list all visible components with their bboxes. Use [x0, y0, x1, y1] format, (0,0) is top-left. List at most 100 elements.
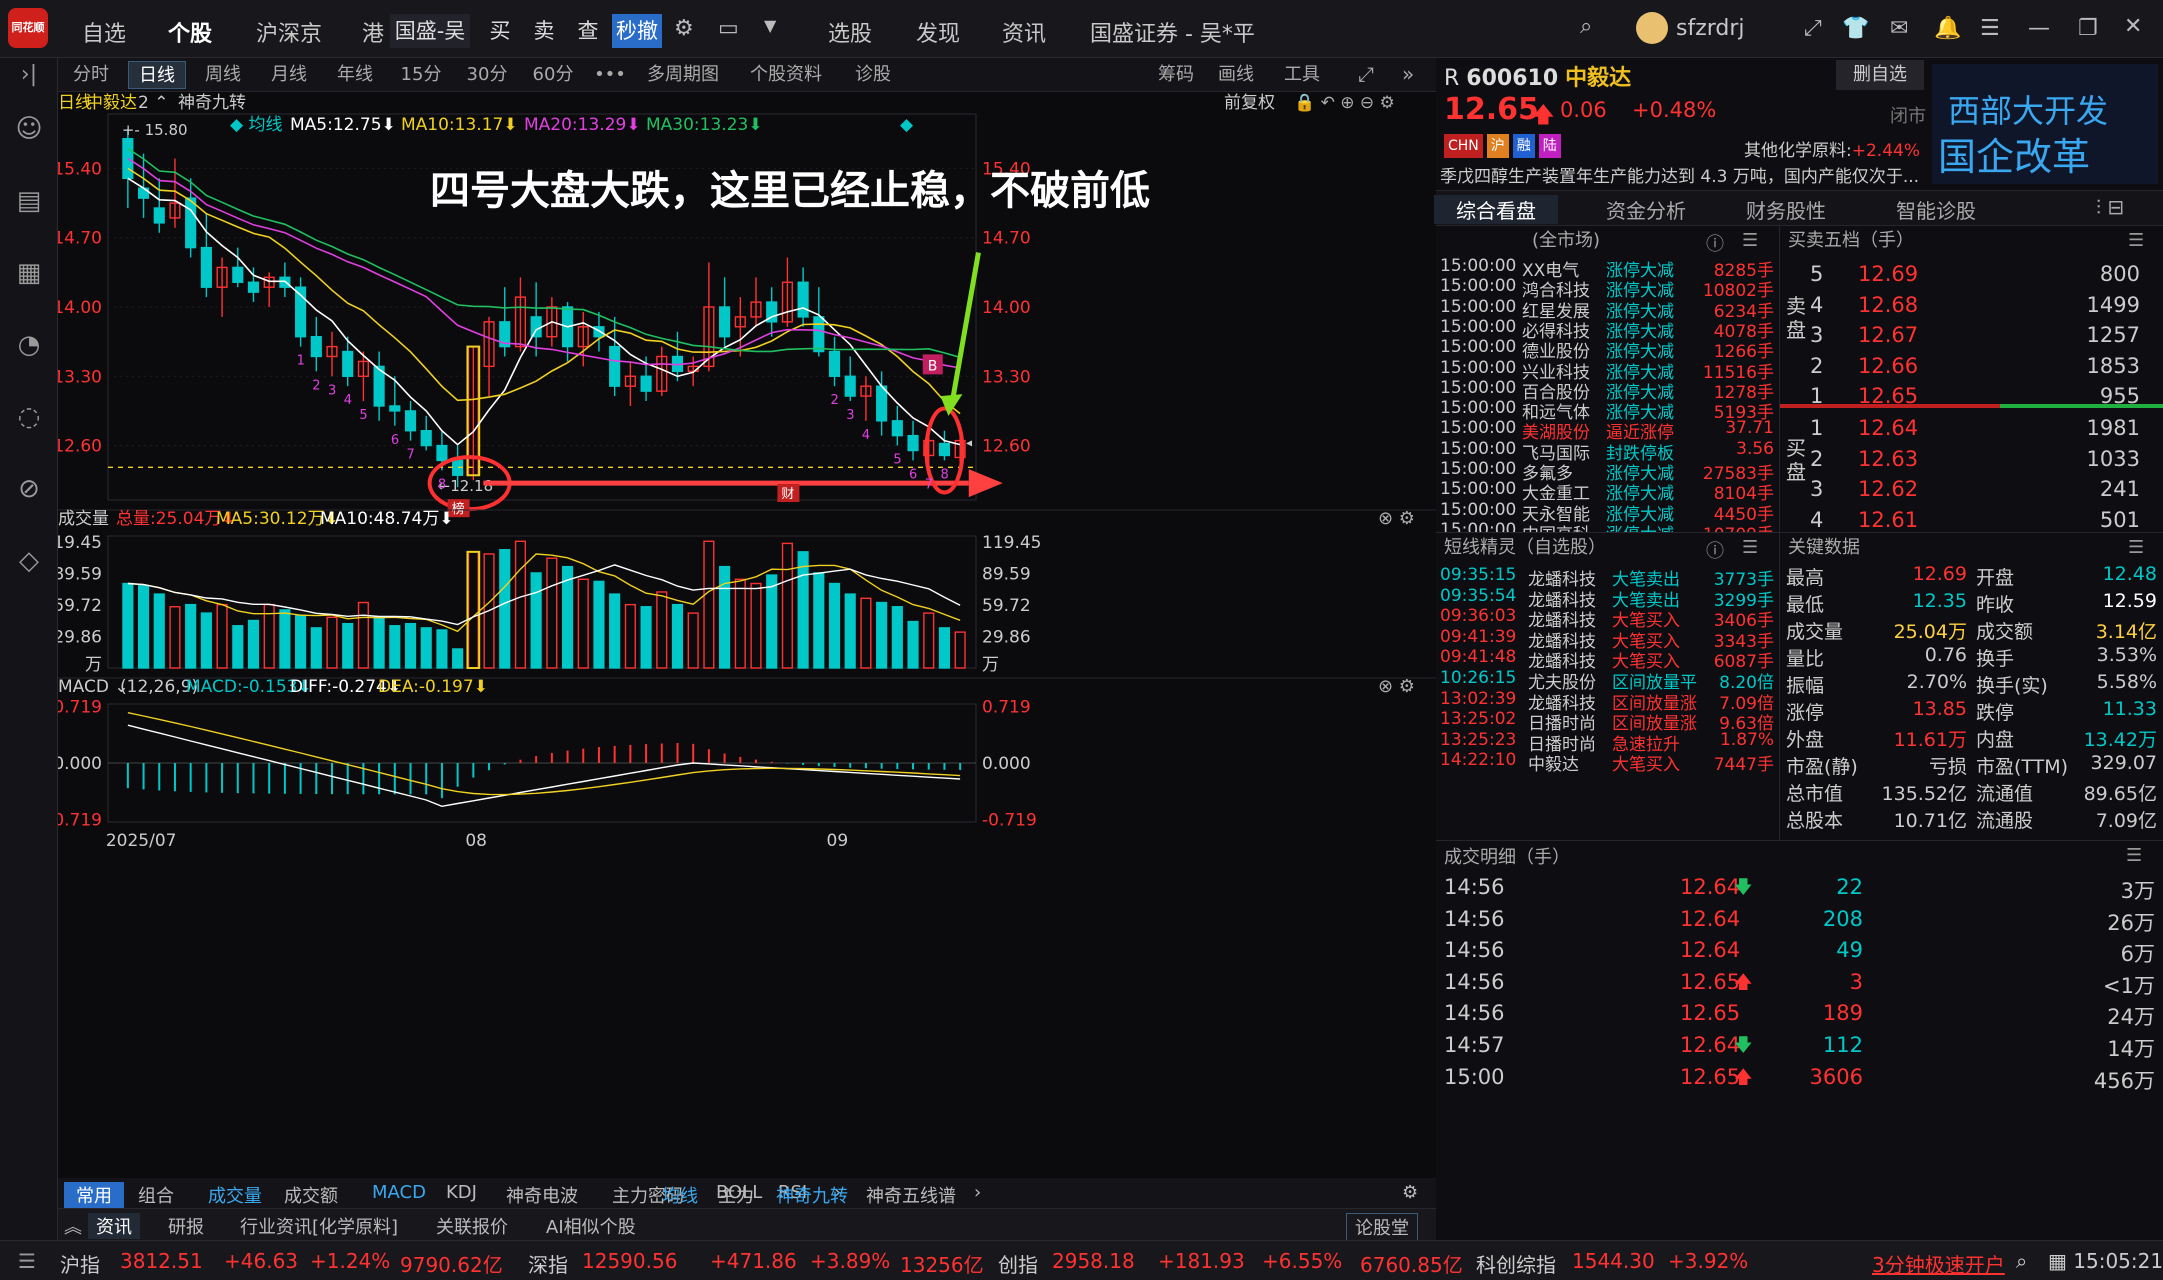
ad-banner[interactable]: 西部大开发 国企改革 [1932, 64, 2158, 184]
close-icon[interactable]: ✕ [2124, 14, 2142, 39]
tab-ind2-3[interactable]: 神奇五线谱 [866, 1182, 956, 1208]
limit-row[interactable]: 15:00:00 鸿合科技 涨停大减 10802手 [1436, 276, 1779, 301]
limit-row[interactable]: 15:00:00 德业股份 涨停大减 1266手 [1436, 337, 1779, 362]
menu-icon[interactable]: ☰ [1742, 537, 1758, 558]
limit-row[interactable]: 15:00:00 多氟多 涨停大减 27583手 [1436, 459, 1779, 484]
menu-news[interactable]: 资讯 [1002, 16, 1046, 48]
window-icon[interactable]: ▭ [718, 16, 739, 41]
lunpan-button[interactable]: 论股堂 [1346, 1213, 1418, 1241]
search-icon[interactable]: ⌕ [1580, 14, 1592, 39]
minimize-icon[interactable]: — [2028, 16, 2050, 41]
timeframe-3[interactable]: 月线 [260, 61, 318, 89]
menu-icon[interactable]: ☰ [2128, 230, 2144, 251]
limit-row[interactable]: 15:00:00 兴业科技 涨停大减 11516手 [1436, 358, 1779, 383]
nav-stock[interactable]: 个股 [168, 16, 212, 48]
short-row[interactable]: 14:22:10 中毅达 大笔买入 7447手 [1436, 750, 1779, 775]
short-row[interactable]: 09:36:03 龙蟠科技 大笔买入 3406手 [1436, 606, 1779, 631]
toolbar-right-1[interactable]: 画线 [1208, 61, 1264, 89]
badge-3[interactable]: 陆 [1538, 134, 1561, 158]
tab-left-0[interactable]: 常用 [64, 1182, 124, 1208]
gauge-icon[interactable]: ◔ [12, 328, 46, 362]
buy-row[interactable]: 1 12.64 1981 [1810, 416, 2150, 444]
info-tab-0[interactable]: 资讯 [88, 1213, 140, 1239]
toolbar-right-2[interactable]: 工具 [1274, 61, 1330, 89]
account-chip[interactable]: 国盛-吴 [390, 14, 470, 48]
menu-icon[interactable]: ☰ [2128, 537, 2144, 558]
limit-row[interactable]: 15:00:00 必得科技 涨停大减 4078手 [1436, 317, 1779, 342]
short-row[interactable]: 13:25:02 日播时尚 区间放量涨 9.63倍 [1436, 709, 1779, 734]
tab-ind-4[interactable]: 神奇电波 [506, 1182, 578, 1208]
timeframe-4[interactable]: 年线 [326, 61, 384, 89]
right-tab-2[interactable]: 财务股性 [1746, 195, 1826, 224]
collapse-icon[interactable]: ›| [12, 58, 46, 92]
search-icon[interactable]: ⌕ [2016, 1249, 2027, 1273]
limit-row[interactable]: 15:00:00 飞马国际 封跌停板 3.56 [1436, 439, 1779, 464]
chat-icon[interactable]: ◌ [12, 400, 46, 434]
bell-icon[interactable]: 🔔 [1934, 16, 1961, 41]
limit-row[interactable]: 15:00:00 XX电气 涨停大减 8285手 [1436, 256, 1779, 281]
sell-row[interactable]: 2 12.66 1853 [1810, 354, 2150, 382]
timeframe-7[interactable]: 60分 [524, 61, 582, 89]
buy-button[interactable]: 买 [480, 14, 520, 48]
short-row[interactable]: 09:41:39 龙蟠科技 大笔买入 3343手 [1436, 627, 1779, 652]
limit-row[interactable]: 15:00:00 大金重工 涨停大减 8104手 [1436, 479, 1779, 504]
timeframe-1[interactable]: 日线 [128, 61, 186, 89]
badge-2[interactable]: 融 [1512, 134, 1535, 158]
tab-ind-2[interactable]: MACD [372, 1182, 426, 1203]
collapse-up-icon[interactable]: ︽ [64, 1213, 82, 1239]
document-icon[interactable]: ▦ [12, 256, 46, 290]
buy-row[interactable]: 2 12.63 1033 [1810, 447, 2150, 475]
shirt-icon[interactable]: 👕 [1842, 16, 1869, 41]
list-icon[interactable]: ☰ [18, 1249, 36, 1273]
query-button[interactable]: 查 [568, 14, 608, 48]
right-tab-1[interactable]: 资金分析 [1606, 195, 1686, 224]
right-tab-0[interactable]: 综合看盘 [1434, 195, 1558, 224]
short-row[interactable]: 13:02:39 龙蟠科技 区间放量涨 7.09倍 [1436, 689, 1779, 714]
tab-ind-1[interactable]: 成交额 [284, 1182, 338, 1208]
avatar[interactable] [1636, 12, 1668, 44]
info-tab-3[interactable]: 关联报价 [436, 1213, 508, 1239]
restore-icon[interactable]: ❐ [2078, 16, 2098, 41]
info-tab-4[interactable]: AI相似个股 [546, 1213, 636, 1239]
menu-icon[interactable]: ☰ [2126, 845, 2142, 866]
robot-icon[interactable]: ☺ [12, 112, 46, 146]
sell-button[interactable]: 卖 [524, 14, 564, 48]
monitor-icon[interactable]: ▤ [12, 184, 46, 218]
buy-row[interactable]: 3 12.62 241 [1810, 477, 2150, 505]
tab-ind2-0[interactable]: 均线 [662, 1182, 698, 1208]
list-icon[interactable]: ☰ [1980, 16, 2000, 41]
toolbar-right-0[interactable]: 筹码 [1148, 61, 1204, 89]
timeframe-11[interactable]: 诊股 [844, 61, 902, 89]
limit-row[interactable]: 15:00:00 百合股份 涨停大减 1278手 [1436, 378, 1779, 403]
chevron-down-icon[interactable]: ▼ [764, 16, 776, 35]
timeframe-2[interactable]: 周线 [194, 61, 252, 89]
short-row[interactable]: 13:25:23 日播时尚 急速拉升 1.87% [1436, 730, 1779, 755]
sell-row[interactable]: 3 12.67 1257 [1810, 323, 2150, 351]
news-ticker[interactable]: 季戊四醇生产装置年生产能力达到 4.3 万吨，国内产能仅次于... [1440, 162, 1924, 187]
chevron-right-icon[interactable]: › [974, 1182, 981, 1203]
tab-ind2-1[interactable]: BOLL [716, 1182, 762, 1203]
cancel-order-button[interactable]: 秒撤 [612, 14, 662, 48]
info-tab-2[interactable]: 行业资讯[化学原料] [240, 1213, 398, 1239]
fullscreen-icon[interactable]: ⤢ [1358, 62, 1374, 86]
limit-row[interactable]: 15:00:00 美湖股份 逼近涨停 37.71 [1436, 418, 1779, 443]
info-icon[interactable]: ⓘ [1706, 537, 1724, 563]
info-tab-1[interactable]: 研报 [168, 1213, 204, 1239]
limit-row[interactable]: 15:00:00 和远气体 涨停大减 5193手 [1436, 398, 1779, 423]
link-icon[interactable]: ⊘ [12, 472, 46, 506]
menu-discover[interactable]: 发现 [916, 16, 960, 48]
diamond-icon[interactable]: ◇ [12, 544, 46, 578]
tab-left-1[interactable]: 组合 [126, 1182, 186, 1208]
menu-broker[interactable]: 国盛证券 - 吴*平 [1090, 16, 1255, 48]
mail-icon[interactable]: ✉ [1890, 16, 1908, 41]
nav-watchlist[interactable]: 自选 [82, 16, 126, 48]
sell-row[interactable]: 4 12.68 1499 [1810, 293, 2150, 321]
sell-row[interactable]: 1 12.65 955 [1810, 384, 2150, 412]
limit-row[interactable]: 15:00:00 红星发展 涨停大减 6234手 [1436, 297, 1779, 322]
limit-row[interactable]: 15:00:00 中国高科 涨停大减 10709手 [1436, 520, 1779, 532]
remove-watchlist-button[interactable]: 删自选 [1836, 60, 1924, 90]
nav-hushen[interactable]: 沪深京 [256, 16, 322, 48]
double-chevron-icon[interactable]: » [1402, 62, 1414, 86]
timeframe-5[interactable]: 15分 [392, 61, 450, 89]
timeframe-6[interactable]: 30分 [458, 61, 516, 89]
